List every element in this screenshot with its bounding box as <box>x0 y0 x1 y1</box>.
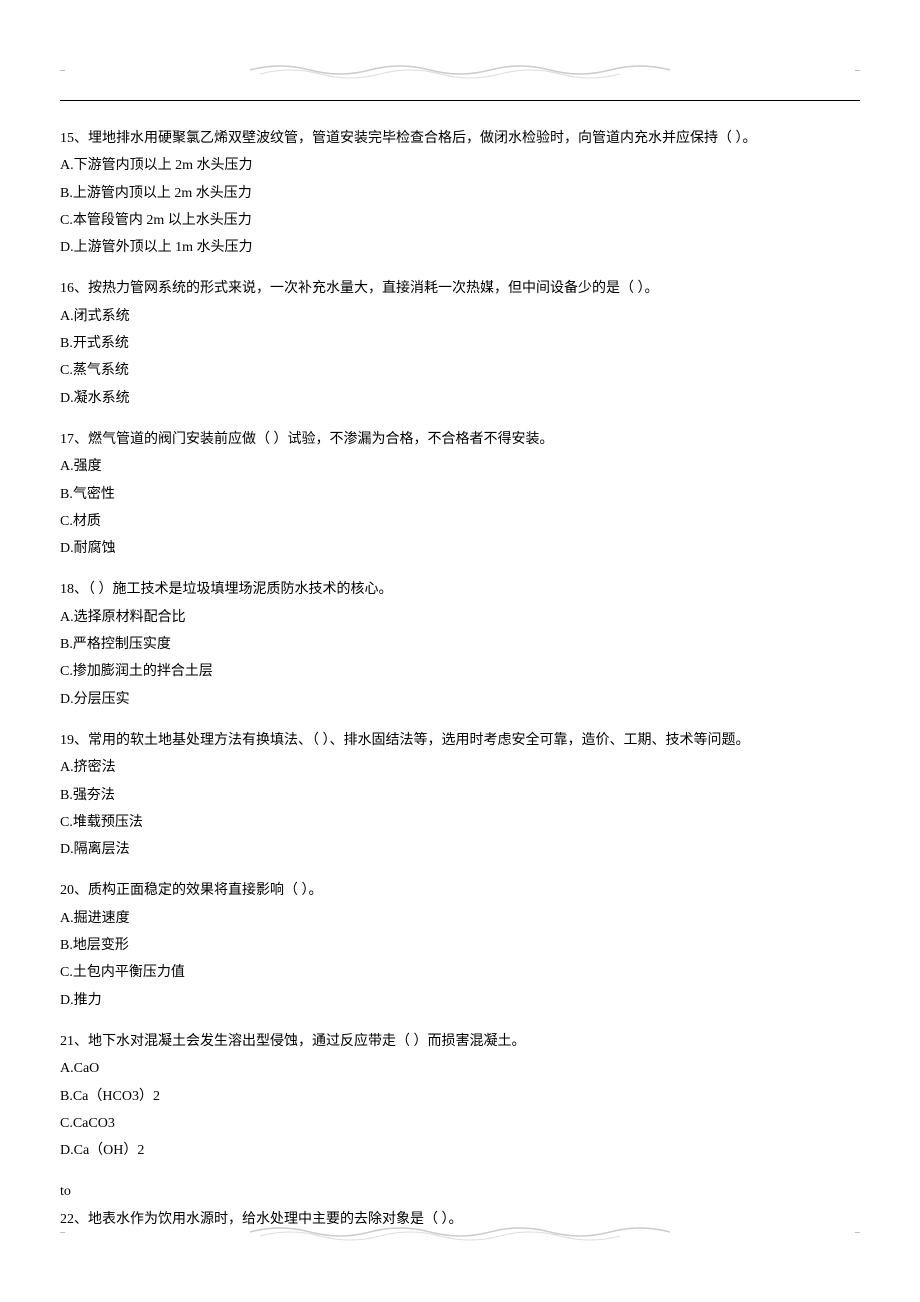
question-17: 17、燃气管道的阀门安装前应做（ ）试验，不渗漏为合格，不合格者不得安装。 A.… <box>60 426 860 562</box>
question-stem: 16、按热力管网系统的形式来说，一次补充水量大，直接消耗一次热媒，但中间设备少的… <box>60 275 860 302</box>
question-option: A.挤密法 <box>60 754 860 781</box>
header-left-mark: – <box>60 65 65 76</box>
question-option: B.Ca（HCO3）2 <box>60 1083 860 1110</box>
question-16: 16、按热力管网系统的形式来说，一次补充水量大，直接消耗一次热媒，但中间设备少的… <box>60 275 860 411</box>
question-option: B.严格控制压实度 <box>60 631 860 658</box>
question-option: A.下游管内顶以上 2m 水头压力 <box>60 152 860 179</box>
question-option: D.推力 <box>60 987 860 1014</box>
footer-left-mark: – <box>60 1227 65 1238</box>
question-15: 15、埋地排水用硬聚氯乙烯双壁波纹管，管道安装完毕检查合格后，做闭水检验时，向管… <box>60 125 860 261</box>
question-option: C.土包内平衡压力值 <box>60 959 860 986</box>
question-stem: 20、质构正面稳定的效果将直接影响（ ）。 <box>60 877 860 904</box>
question-option: B.地层变形 <box>60 932 860 959</box>
question-option: C.本管段管内 2m 以上水头压力 <box>60 207 860 234</box>
question-option: B.上游管内顶以上 2m 水头压力 <box>60 180 860 207</box>
question-option: B.气密性 <box>60 481 860 508</box>
question-option: D.分层压实 <box>60 686 860 713</box>
question-option: D.耐腐蚀 <box>60 535 860 562</box>
question-stem: 17、燃气管道的阀门安装前应做（ ）试验，不渗漏为合格，不合格者不得安装。 <box>60 426 860 453</box>
question-option: C.堆载预压法 <box>60 809 860 836</box>
question-option: A.选择原材料配合比 <box>60 604 860 631</box>
question-option: A.掘进速度 <box>60 905 860 932</box>
header-decoration: – – <box>60 55 860 85</box>
question-option: D.凝水系统 <box>60 385 860 412</box>
question-19: 19、常用的软土地基处理方法有换填法、（ ）、排水固结法等，选用时考虑安全可靠，… <box>60 727 860 863</box>
question-21: 21、地下水对混凝土会发生溶出型侵蚀，通过反应带走（ ）而损害混凝土。 A.Ca… <box>60 1028 860 1164</box>
question-list: 15、埋地排水用硬聚氯乙烯双壁波纹管，管道安装完毕检查合格后，做闭水检验时，向管… <box>60 125 860 1233</box>
question-option: C.掺加膨润土的拌合土层 <box>60 658 860 685</box>
question-option: D.上游管外顶以上 1m 水头压力 <box>60 234 860 261</box>
page-body: 15、埋地排水用硬聚氯乙烯双壁波纹管，管道安装完毕检查合格后，做闭水检验时，向管… <box>0 0 920 1287</box>
question-stem: 21、地下水对混凝土会发生溶出型侵蚀，通过反应带走（ ）而损害混凝土。 <box>60 1028 860 1055</box>
footer-wave-icon <box>250 1222 670 1242</box>
question-option: C.蒸气系统 <box>60 357 860 384</box>
question-option: B.开式系统 <box>60 330 860 357</box>
header-right-mark: – <box>855 65 860 76</box>
question-18: 18、（ ）施工技术是垃圾填埋场泥质防水技术的核心。 A.选择原材料配合比 B.… <box>60 576 860 712</box>
header-wave-icon <box>250 60 670 80</box>
question-stem: 15、埋地排水用硬聚氯乙烯双壁波纹管，管道安装完毕检查合格后，做闭水检验时，向管… <box>60 125 860 152</box>
question-option: A.CaO <box>60 1055 860 1082</box>
question-option: A.强度 <box>60 453 860 480</box>
question-stem: 19、常用的软土地基处理方法有换填法、（ ）、排水固结法等，选用时考虑安全可靠，… <box>60 727 860 754</box>
question-option: B.强夯法 <box>60 782 860 809</box>
header-rule <box>60 100 860 101</box>
question-option: A.闭式系统 <box>60 303 860 330</box>
question-20: 20、质构正面稳定的效果将直接影响（ ）。 A.掘进速度 B.地层变形 C.土包… <box>60 877 860 1013</box>
question-stem: 18、（ ）施工技术是垃圾填埋场泥质防水技术的核心。 <box>60 576 860 603</box>
footer-decoration: – – <box>60 1217 860 1247</box>
question-option: D.隔离层法 <box>60 836 860 863</box>
footer-right-mark: – <box>855 1227 860 1238</box>
question-option: D.Ca（OH）2 <box>60 1137 860 1164</box>
question-option: C.材质 <box>60 508 860 535</box>
question-option: C.CaCO3 <box>60 1110 860 1137</box>
